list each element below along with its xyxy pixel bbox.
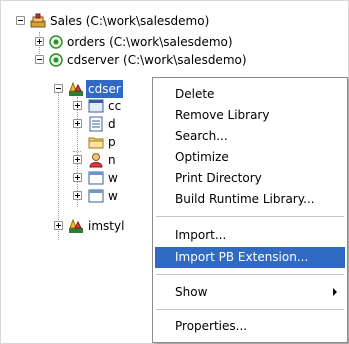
application-target-icon [48,52,64,68]
tree-connector [58,90,59,240]
menu-item-label: Show [175,285,208,299]
expand-toggle-icon[interactable] [54,221,63,230]
tree-item-label: Sales (C:\work\salesdemo) [50,14,210,28]
tree-item-label: d [108,117,116,131]
menu-separator [156,309,344,310]
menu-item-import[interactable]: Import... [155,225,345,246]
tree-item-label: w [108,189,118,203]
window-icon [88,170,104,186]
context-menu: Delete Remove Library Search... Optimize… [152,77,348,343]
menu-item-import-pb-extension[interactable]: Import PB Extension... [155,247,345,268]
user-object-icon [88,152,104,168]
menu-item-optimize[interactable]: Optimize [155,147,345,168]
menu-separator [156,274,344,275]
expand-toggle-icon[interactable] [35,37,44,46]
expand-toggle-icon[interactable] [73,101,82,110]
collapse-toggle-icon[interactable] [54,84,63,93]
expand-toggle-icon[interactable] [73,119,82,128]
submenu-arrow-icon [333,288,337,296]
expand-toggle-icon[interactable] [73,173,82,182]
menu-item-build-runtime-library[interactable]: Build Runtime Library... [155,189,345,210]
window-object-icon [88,98,104,114]
tree-item-label: cc [108,99,122,113]
menu-item-print-directory[interactable]: Print Directory [155,168,345,189]
folder-icon [88,134,104,150]
tree-connector [73,151,81,152]
menu-item-search[interactable]: Search... [155,126,345,147]
datawindow-icon [88,116,104,132]
menu-separator [156,216,344,217]
tree-item-label: n [108,153,116,167]
menu-item-remove-library[interactable]: Remove Library [155,105,345,126]
tree-item-label: w [108,171,118,185]
library-icon [68,81,84,97]
tree-item-label: cdserver (C:\work\salesdemo) [67,53,247,67]
menu-item-properties[interactable]: Properties... [155,316,345,337]
collapse-toggle-icon[interactable] [35,55,44,64]
expand-toggle-icon[interactable] [73,155,82,164]
library-icon [68,218,84,234]
workspace-target-icon [30,13,46,29]
application-target-icon [48,34,64,50]
tree-item-label: orders (C:\work\salesdemo) [67,35,233,49]
tree-item-label: imstyl [88,219,125,233]
window-icon [88,188,104,204]
tree-item-label: p [108,135,116,149]
menu-item-show[interactable]: Show [155,282,345,303]
collapse-toggle-icon[interactable] [16,16,25,25]
menu-item-delete[interactable]: Delete [155,84,345,105]
expand-toggle-icon[interactable] [73,191,82,200]
tree-item-label: cdser [86,80,123,98]
